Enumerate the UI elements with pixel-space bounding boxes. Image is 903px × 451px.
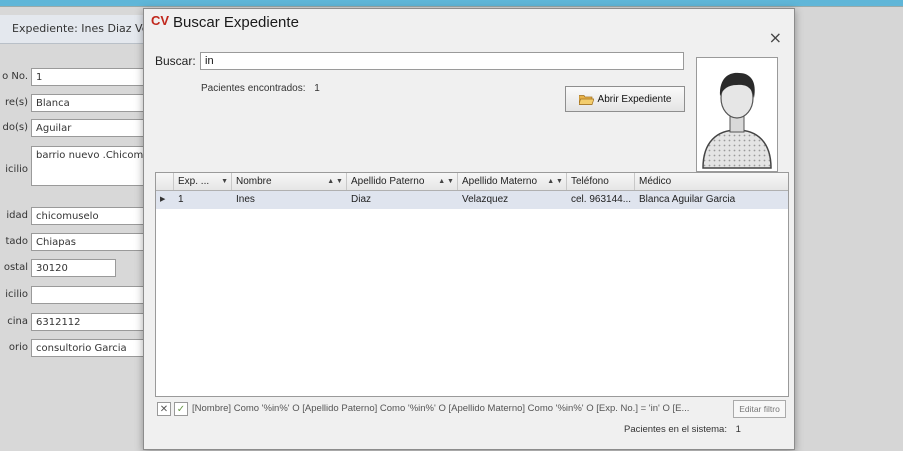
search-dialog: CV Buscar Expediente × Buscar: Pacientes…: [143, 8, 795, 450]
open-record-label: Abrir Expediente: [597, 93, 672, 105]
field-label: icilio: [5, 164, 28, 175]
field-label: ostal: [3, 262, 28, 273]
column-header-nombre[interactable]: Nombre ▲ ▼: [232, 173, 347, 190]
filter-expression: [Nombre] Como '%in%' O [Apellido Paterno…: [192, 403, 690, 414]
search-input[interactable]: [200, 52, 684, 70]
domicilio-field[interactable]: barrio nuevo .Chicomu: [31, 146, 146, 186]
open-record-button[interactable]: Abrir Expediente: [565, 86, 685, 112]
field-label: tado: [5, 236, 28, 247]
system-count: 1: [735, 424, 741, 435]
system-count-label: Pacientes en el sistema:: [624, 424, 727, 435]
field-label: idad: [6, 210, 28, 221]
header-selector: [156, 173, 174, 190]
cell-telefono: cel. 963144...: [571, 194, 632, 205]
column-header-apellido-paterno[interactable]: Apellido Paterno ▲ ▼: [347, 173, 458, 190]
form-row-domicilio-2: icilio: [0, 286, 150, 306]
exp-no-field[interactable]: 1: [31, 68, 146, 86]
row-indicator-icon: ▶: [160, 196, 166, 203]
system-count-line: Pacientes en el sistema: 1: [624, 424, 741, 435]
field-label: orio: [8, 342, 28, 353]
oficina-field[interactable]: 6312112: [31, 313, 146, 331]
form-row-nombre: re(s) Blanca: [0, 94, 150, 114]
form-row-oficina: cina 6312112: [0, 313, 150, 333]
form-row-exp-no: o No. 1: [0, 68, 150, 88]
column-header-apellido-materno[interactable]: Apellido Materno ▲ ▼: [458, 173, 567, 190]
codigo-postal-field[interactable]: 30120: [31, 259, 116, 277]
filter-toggle-checkbox[interactable]: ✓: [174, 402, 188, 416]
sort-filter-icon: ▲ ▼: [547, 178, 563, 185]
app-logo-icon: CV: [151, 13, 170, 28]
cell-nombre: Ines: [236, 194, 255, 205]
field-label: do(s): [2, 122, 28, 133]
search-label: Buscar:: [155, 54, 196, 68]
found-label: Pacientes encontrados:: [201, 83, 306, 94]
nombre-field[interactable]: Blanca: [31, 94, 146, 112]
patient-avatar: [696, 57, 778, 172]
field-label: cina: [7, 316, 28, 327]
field-label: o No.: [2, 71, 28, 82]
background-window-title: Expediente: Ines Diaz Vela: [0, 15, 162, 44]
form-row-consultorio: orio consultorio Garcia: [0, 339, 150, 359]
table-row[interactable]: ▶ 1 Ines Diaz Velazquez cel. 963144... B…: [156, 191, 788, 209]
cell-exp: 1: [178, 194, 184, 205]
estado-field[interactable]: Chiapas: [31, 233, 146, 251]
sort-filter-icon: ▲ ▼: [327, 178, 343, 185]
close-icon[interactable]: ×: [769, 28, 782, 47]
column-header-exp[interactable]: Exp. ... ▼: [174, 173, 232, 190]
filter-bar: ✕ ✓ [Nombre] Como '%in%' O [Apellido Pat…: [155, 398, 789, 420]
edit-filter-button[interactable]: Editar filtro: [733, 400, 786, 418]
domicilio-2-field[interactable]: [31, 286, 146, 304]
dialog-title-bar[interactable]: CV Buscar Expediente ×: [144, 9, 794, 47]
background-panel-right: [780, 7, 903, 451]
form-row-apellidos: do(s) Aguilar: [0, 119, 150, 139]
form-row-domicilio: icilio barrio nuevo .Chicomu: [0, 146, 150, 191]
grid-header: Exp. ... ▼ Nombre ▲ ▼ Apellido Paterno ▲ ▼ …: [156, 173, 788, 191]
filter-icon: ▼: [221, 178, 228, 185]
results-grid: Exp. ... ▼ Nombre ▲ ▼ Apellido Paterno ▲ ▼ …: [155, 172, 789, 397]
apellidos-field[interactable]: Aguilar: [31, 119, 146, 137]
field-label: icilio: [5, 289, 28, 300]
ciudad-field[interactable]: chicomuselo: [31, 207, 146, 225]
field-label: re(s): [4, 97, 28, 108]
column-header-medico[interactable]: Médico: [635, 173, 788, 190]
consultorio-field[interactable]: consultorio Garcia: [31, 339, 146, 357]
cell-apellido-materno: Velazquez: [462, 194, 509, 205]
cell-apellido-paterno: Diaz: [351, 194, 372, 205]
found-count: 1: [314, 83, 320, 94]
folder-icon: [578, 94, 595, 105]
form-row-estado: tado Chiapas: [0, 233, 150, 253]
clear-filter-icon[interactable]: ✕: [157, 402, 171, 416]
form-row-ciudad: idad chicomuselo: [0, 207, 150, 227]
cell-medico: Blanca Aguilar Garcia: [639, 194, 736, 205]
sort-filter-icon: ▲ ▼: [438, 178, 454, 185]
dialog-title: Buscar Expediente: [173, 14, 299, 31]
person-icon: [702, 72, 772, 169]
found-count-line: Pacientes encontrados: 1: [201, 83, 320, 94]
column-header-telefono[interactable]: Teléfono: [567, 173, 635, 190]
form-row-codigo-postal: ostal 30120: [0, 259, 150, 279]
